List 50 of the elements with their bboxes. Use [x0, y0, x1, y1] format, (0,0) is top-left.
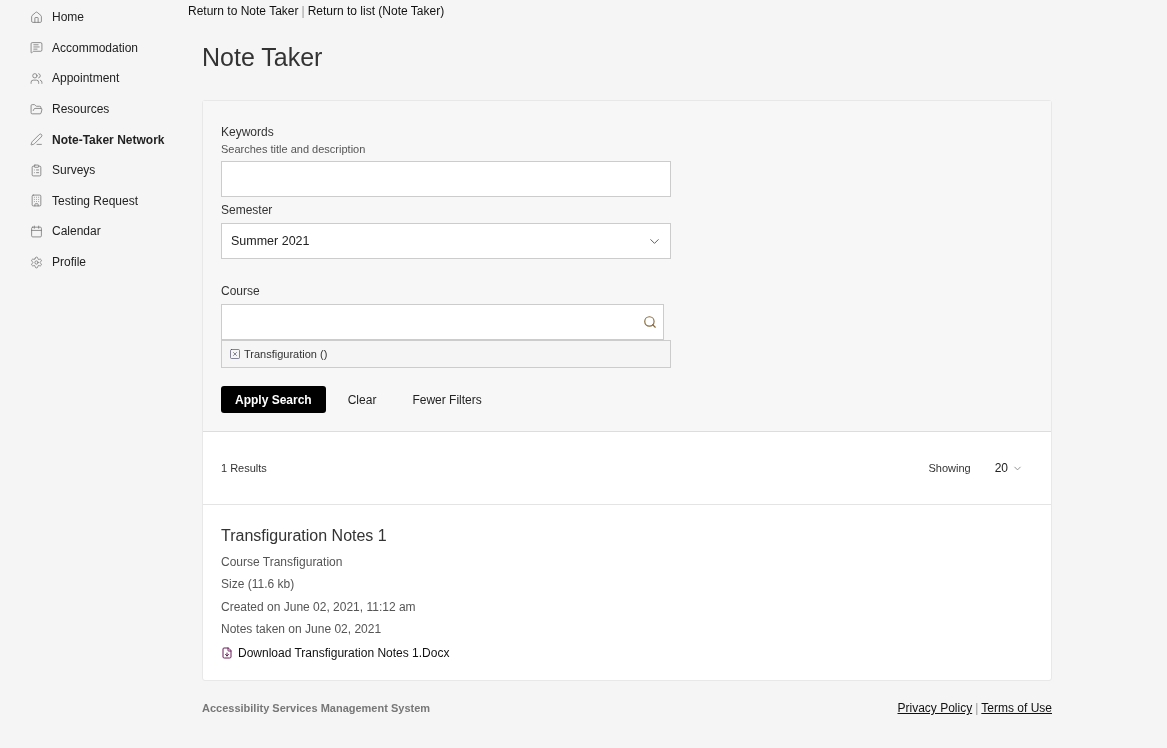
field-label: Semester [221, 203, 274, 217]
separator: | [975, 701, 979, 716]
footer-link[interactable]: Terms of Use [981, 701, 1052, 716]
sidebar-item[interactable]: Surveys [0, 154, 188, 186]
course-chip[interactable]: Transfiguration () [229, 348, 328, 360]
keywords-field[interactable] [221, 161, 671, 197]
sidebar-item[interactable]: Profile [0, 246, 188, 278]
sidebar-item[interactable]: Calendar [0, 216, 188, 247]
search-icon [643, 315, 657, 329]
course-field[interactable] [221, 304, 664, 340]
chat-icon [30, 41, 43, 55]
sidebar-item[interactable]: Home [0, 2, 188, 33]
sidebar-item[interactable]: Appointment [0, 63, 188, 94]
result-detail: Course Transfiguration [221, 554, 344, 571]
clipboard-icon [30, 163, 43, 177]
field-label: Course [221, 284, 261, 298]
download-link[interactable]: Download Transfiguration Notes 1.Docx [221, 646, 1033, 661]
separator: | [301, 4, 305, 18]
settings-icon [30, 255, 43, 269]
page-size-dropdown[interactable]: 20 [988, 460, 1029, 476]
result-detail: Created on June 02, 2021, 11:12 am [221, 598, 417, 616]
folder-icon [30, 102, 43, 116]
pen-icon [30, 133, 43, 147]
sidebar-item[interactable]: Testing Request [0, 185, 188, 217]
page-title: Note Taker [202, 43, 324, 72]
results-count: 1 Results [221, 462, 267, 474]
system-name: Accessibility Services Management System [202, 702, 431, 715]
field-hint: Searches title and description [221, 143, 367, 155]
semester-dropdown[interactable]: Summer 2021 [221, 223, 671, 259]
footer-link[interactable]: Privacy Policy [897, 701, 973, 716]
result-title: Transfiguration Notes 1 [221, 527, 388, 545]
field-label: Keywords [221, 125, 275, 139]
breadcrumb-link[interactable]: Return to Note Taker [188, 4, 299, 18]
chip-label: Transfiguration () [244, 348, 328, 360]
file-download-icon [221, 647, 233, 660]
fewer-filters-button[interactable]: Fewer Filters [398, 392, 496, 407]
calendar-icon [30, 224, 43, 238]
building-icon [30, 194, 43, 208]
breadcrumb-link[interactable]: Return to list (Note Taker) [307, 4, 445, 18]
home-icon [30, 10, 43, 24]
result-detail: Notes taken on June 02, 2021 [221, 620, 383, 638]
remove-icon[interactable] [229, 348, 241, 360]
sidebar-item[interactable]: Accommodation [0, 32, 188, 64]
showing-label: Showing [928, 462, 971, 474]
people-icon [30, 72, 43, 85]
sidebar-item[interactable]: Note-Taker Network [0, 124, 188, 155]
apply-search-button[interactable]: Apply Search [221, 386, 326, 413]
result-detail: Size (11.6 kb) [221, 576, 296, 594]
sidebar-item[interactable]: Resources [0, 93, 188, 125]
clear-button[interactable]: Clear [333, 392, 391, 407]
